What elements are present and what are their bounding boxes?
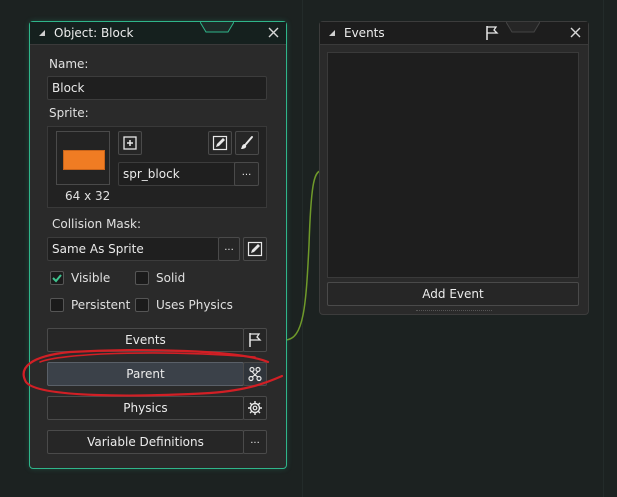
variable-definitions-more-button[interactable]: ··· (243, 430, 267, 454)
sprite-label: Sprite: (49, 106, 89, 120)
variable-definitions-button[interactable]: Variable Definitions (47, 430, 244, 454)
sprite-name: spr_block (123, 167, 180, 181)
more-options-icon: ··· (224, 245, 234, 256)
persistent-checkbox[interactable] (50, 298, 64, 312)
events-list[interactable] (327, 52, 579, 278)
checkmark-icon (52, 274, 62, 283)
name-field[interactable]: Block (47, 76, 267, 100)
gear-icon (248, 401, 262, 415)
sprite-section: 64 x 32 spr_block ··· (47, 126, 267, 208)
hierarchy-icon (248, 366, 262, 382)
visible-checkbox[interactable] (50, 271, 64, 285)
object-panel-header[interactable]: Object: Block (30, 22, 286, 45)
events-button[interactable]: Events (47, 328, 244, 352)
events-flag-button[interactable] (243, 328, 267, 352)
collision-mask-browse-button[interactable]: ··· (218, 237, 240, 261)
sprite-thumbnail (63, 150, 105, 170)
collision-mask-field[interactable]: Same As Sprite (47, 237, 219, 261)
collision-mask-label: Collision Mask: (52, 217, 142, 231)
parent-hierarchy-button[interactable] (243, 362, 267, 386)
background-gridline (603, 0, 604, 497)
uses-physics-label: Uses Physics (156, 298, 233, 312)
connection-curve (284, 170, 321, 341)
sprite-size-text: 64 x 32 (65, 189, 111, 203)
persistent-label: Persistent (71, 298, 131, 312)
edit-image-icon (212, 135, 228, 151)
parent-button[interactable]: Parent (47, 362, 244, 386)
sprite-browse-button[interactable]: ··· (234, 162, 259, 186)
close-icon[interactable] (570, 27, 581, 38)
more-options-icon: ··· (241, 170, 252, 181)
flag-icon (486, 26, 499, 40)
solid-checkbox[interactable] (135, 271, 149, 285)
new-sprite-icon (123, 136, 137, 150)
name-label: Name: (49, 57, 89, 71)
events-panel-header[interactable]: Events (320, 22, 588, 45)
add-event-button[interactable]: Add Event (327, 282, 579, 306)
edit-collision-mask-button[interactable] (243, 237, 267, 261)
collapse-triangle-icon[interactable] (327, 28, 337, 38)
sprite-preview-frame[interactable] (56, 131, 110, 185)
physics-button[interactable]: Physics (47, 396, 244, 420)
paintbrush-icon (241, 136, 253, 149)
events-panel: Events Add Event (319, 21, 589, 315)
panel-title: Events (344, 26, 385, 40)
close-icon[interactable] (268, 27, 279, 38)
header-notch-decoration (200, 22, 234, 33)
more-options-icon: ··· (250, 438, 260, 449)
visible-label: Visible (71, 271, 111, 285)
flag-icon (249, 333, 262, 347)
solid-label: Solid (156, 271, 186, 285)
edit-image-icon (247, 241, 263, 257)
header-notch-decoration (506, 22, 540, 33)
physics-settings-button[interactable] (243, 396, 267, 420)
new-sprite-button[interactable] (118, 131, 142, 155)
edit-sprite-button[interactable] (208, 131, 232, 155)
object-panel: Object: Block Name: Block Sprite: 64 x 3… (29, 21, 287, 469)
sprite-editor-button[interactable] (235, 131, 259, 155)
resize-grip[interactable] (416, 310, 492, 313)
uses-physics-checkbox[interactable] (135, 298, 149, 312)
panel-title: Object: Block (54, 26, 134, 40)
collapse-triangle-icon[interactable] (37, 28, 47, 38)
